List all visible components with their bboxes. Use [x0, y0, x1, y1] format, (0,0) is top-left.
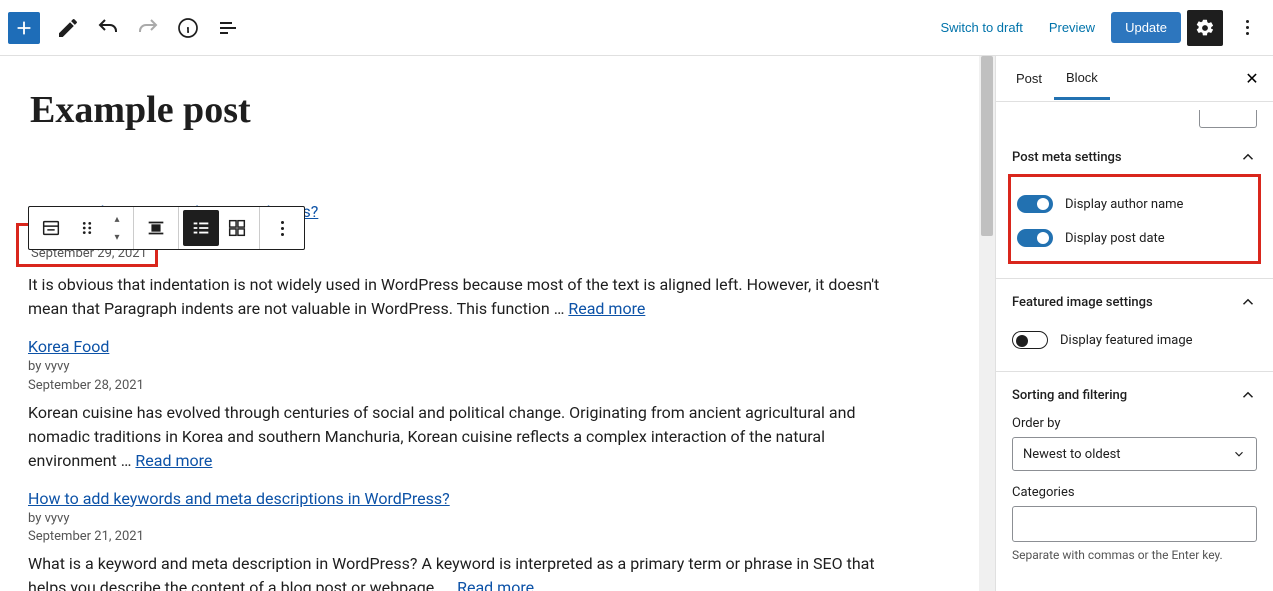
label-display-date: Display post date	[1065, 231, 1165, 246]
order-by-select[interactable]: Newest to oldest	[1012, 437, 1257, 471]
post-author: by vyvy	[28, 358, 965, 376]
settings-button[interactable]	[1187, 10, 1223, 46]
edit-tools-button[interactable]	[50, 10, 86, 46]
post-meta: by vyvySeptember 21, 2021	[28, 510, 965, 546]
categories-input[interactable]	[1012, 506, 1257, 542]
chevron-up-icon	[1239, 293, 1257, 311]
post-excerpt: What is a keyword and meta description i…	[28, 552, 898, 591]
drag-handle[interactable]	[69, 210, 105, 246]
editor-canvas[interactable]: Example post ▴ ▾	[0, 56, 979, 591]
toggle-display-featured-image[interactable]	[1012, 331, 1048, 349]
panel-title: Post meta settings	[1012, 150, 1122, 165]
post-item: Korea Food by vyvySeptember 28, 2021 Korea…	[28, 337, 965, 472]
panel-title: Sorting and filtering	[1012, 388, 1127, 403]
list-view-active-button[interactable]	[183, 210, 219, 246]
update-button[interactable]: Update	[1111, 12, 1181, 43]
top-toolbar: Switch to draft Preview Update	[0, 0, 1273, 56]
order-by-label: Order by	[1012, 416, 1257, 431]
panel-sorting: Sorting and filtering Order by Newest to…	[996, 372, 1273, 566]
post-date: September 21, 2021	[28, 528, 965, 546]
post-title-link[interactable]: Korea Food	[28, 337, 109, 356]
chevron-up-icon	[1239, 148, 1257, 166]
label-display-featured: Display featured image	[1060, 333, 1193, 348]
post-author: by vyvy	[28, 510, 965, 528]
panel-title: Featured image settings	[1012, 295, 1153, 310]
workspace: Example post ▴ ▾	[0, 56, 1273, 591]
post-meta: by vyvySeptember 28, 2021	[28, 358, 965, 394]
truncated-control[interactable]	[1199, 110, 1257, 128]
toolbar-left	[8, 10, 246, 46]
post-date: September 28, 2021	[28, 377, 965, 395]
block-more-button[interactable]	[264, 210, 300, 246]
panel-featured-image-toggle[interactable]: Featured image settings	[1012, 293, 1257, 311]
undo-button[interactable]	[90, 10, 126, 46]
move-up-button[interactable]: ▴	[105, 210, 129, 228]
close-sidebar-button[interactable]: ✕	[1239, 66, 1265, 92]
settings-sidebar: Post Block ✕ Post meta settings Display …	[995, 56, 1273, 591]
post-title[interactable]: Example post	[30, 88, 965, 132]
highlighted-settings: Display author name Display post date	[1008, 174, 1261, 264]
panel-sorting-toggle[interactable]: Sorting and filtering	[1012, 386, 1257, 404]
post-excerpt: Korean cuisine has evolved through centu…	[28, 401, 898, 473]
chevron-up-icon	[1239, 386, 1257, 404]
toolbar-right: Switch to draft Preview Update	[930, 10, 1265, 46]
list-view-button[interactable]	[210, 10, 246, 46]
categories-help: Separate with commas or the Enter key.	[1012, 548, 1257, 562]
sidebar-tabs: Post Block ✕	[996, 56, 1273, 102]
block-type-button[interactable]	[33, 210, 69, 246]
tab-block[interactable]: Block	[1054, 58, 1110, 100]
read-more-link[interactable]: Read more	[135, 451, 212, 470]
post-title-link[interactable]: How to add keywords and meta description…	[28, 489, 450, 508]
info-button[interactable]	[170, 10, 206, 46]
redo-button[interactable]	[130, 10, 166, 46]
post-item: How to add keywords and meta description…	[28, 489, 965, 591]
post-excerpt: It is obvious that indentation is not wi…	[28, 273, 898, 321]
categories-label: Categories	[1012, 485, 1257, 500]
read-more-link[interactable]: Read more	[457, 578, 534, 591]
tab-post[interactable]: Post	[1004, 59, 1054, 98]
panel-featured-image: Featured image settings Display featured…	[996, 279, 1273, 372]
editor-scrollbar[interactable]	[979, 56, 995, 591]
preview-button[interactable]: Preview	[1039, 12, 1105, 43]
label-display-author: Display author name	[1065, 197, 1183, 212]
add-block-button[interactable]	[8, 12, 40, 44]
chevron-down-icon	[1232, 447, 1246, 461]
order-by-value: Newest to oldest	[1023, 447, 1121, 462]
grid-view-button[interactable]	[219, 210, 255, 246]
align-button[interactable]	[138, 210, 174, 246]
toggle-display-author[interactable]	[1017, 195, 1053, 213]
block-toolbar: ▴ ▾	[28, 206, 305, 250]
panel-post-meta-toggle[interactable]: Post meta settings	[1012, 148, 1257, 166]
switch-to-draft-button[interactable]: Switch to draft	[930, 12, 1032, 43]
move-down-button[interactable]: ▾	[105, 228, 129, 246]
panel-post-meta: Post meta settings Display author name D…	[996, 134, 1273, 279]
toggle-display-date[interactable]	[1017, 229, 1053, 247]
options-menu-button[interactable]	[1229, 10, 1265, 46]
read-more-link[interactable]: Read more	[568, 299, 645, 318]
